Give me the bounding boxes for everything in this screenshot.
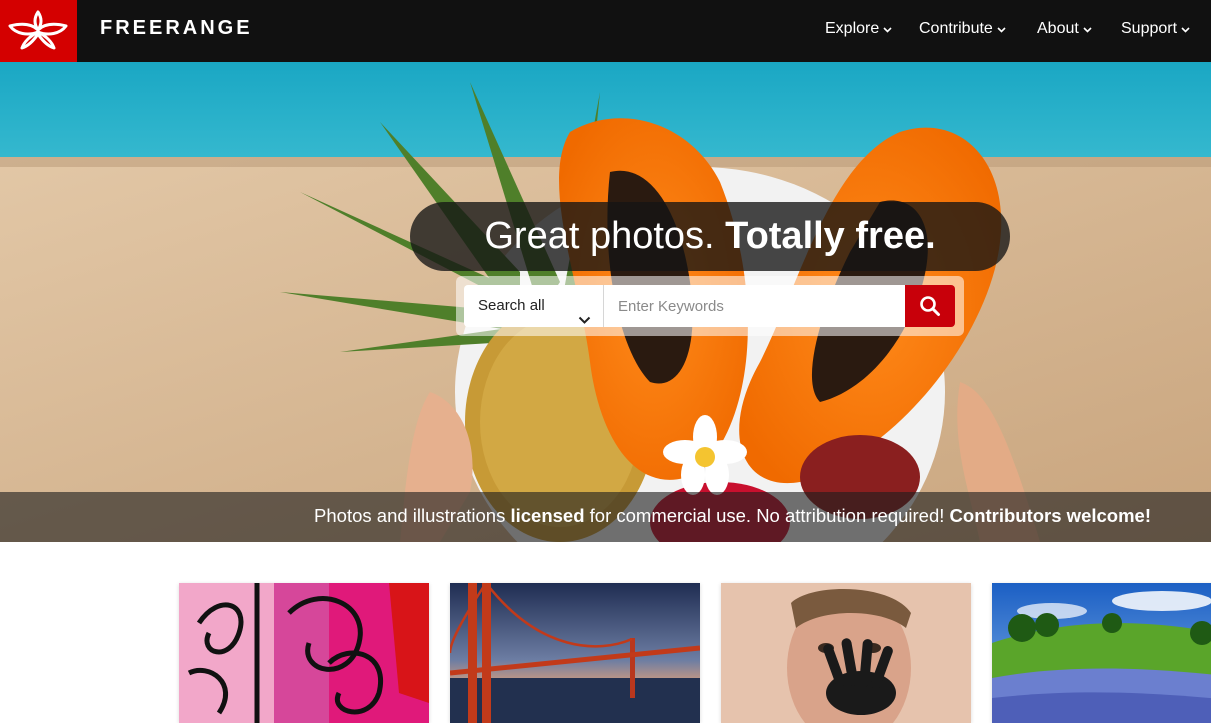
chevron-down-icon — [1181, 20, 1190, 38]
nav-contribute-label: Contribute — [919, 20, 993, 38]
hero-section: Great photos. Totally free. Search all P… — [0, 62, 1211, 542]
nav-contribute[interactable]: Contribute — [919, 20, 1006, 38]
hero-headline: Great photos. Totally free. — [410, 202, 1010, 271]
nav-explore[interactable]: Explore — [825, 20, 892, 38]
thumbnail-wildflower-hills[interactable] — [992, 583, 1211, 723]
tagline-contributors: Contributors welcome! — [949, 505, 1151, 526]
headline-regular: Great photos. — [484, 215, 715, 257]
tagline-licensed: licensed — [510, 505, 585, 526]
tagline-part3: for commercial use. No attribution requi… — [589, 505, 945, 526]
tagline: Photos and illustrations licensed for co… — [314, 505, 1151, 527]
thumbnail-handprint-portrait[interactable] — [721, 583, 971, 723]
search-icon — [920, 296, 940, 316]
search-button[interactable] — [905, 285, 955, 327]
chevron-down-icon — [578, 300, 591, 342]
nav-about-label: About — [1037, 20, 1079, 38]
thumbnail-graffiti[interactable] — [179, 583, 429, 723]
tagline-part1: Photos and illustrations — [314, 505, 506, 526]
search-input[interactable] — [604, 285, 905, 327]
search-scope-select[interactable]: Search all — [464, 285, 604, 327]
headline-bold: Totally free. — [725, 215, 936, 257]
search-scope-value: Search all — [478, 297, 545, 314]
chevron-down-icon — [997, 20, 1006, 38]
chevron-down-icon — [883, 20, 892, 38]
thumbnail-golden-gate[interactable] — [450, 583, 700, 723]
nav-support-label: Support — [1121, 20, 1178, 38]
top-navigation-bar: FREERANGE Explore Contribute About Suppo… — [0, 0, 1211, 62]
chevron-down-icon — [1083, 20, 1092, 38]
tagline-bar: Photos and illustrations licensed for co… — [0, 492, 1211, 542]
freerange-logo-icon[interactable] — [0, 0, 77, 62]
brand-name[interactable]: FREERANGE — [100, 17, 253, 40]
nav-support[interactable]: Support — [1121, 20, 1190, 38]
nav-about[interactable]: About — [1037, 20, 1092, 38]
nav-explore-label: Explore — [825, 20, 880, 38]
search-bar: Search all — [456, 276, 964, 336]
